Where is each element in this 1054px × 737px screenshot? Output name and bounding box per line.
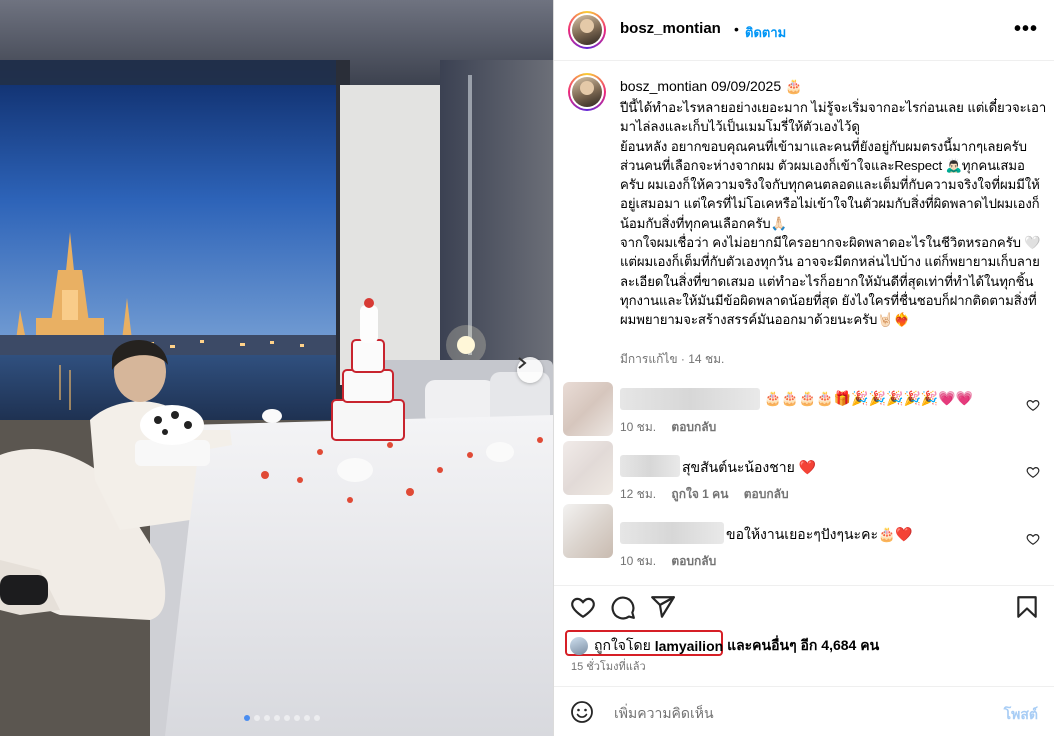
comment-time: 10 ชม. <box>620 420 657 434</box>
carousel-dot <box>244 715 250 721</box>
post-time-ago[interactable]: 15 ชั่วโมงที่แล้ว <box>571 657 646 675</box>
chevron-right-icon <box>518 357 527 369</box>
carousel-dot <box>294 715 300 721</box>
comment-time: 10 ชม. <box>620 554 657 568</box>
post-details-panel: bosz_montian • ติดตาม ••• bosz_montian 0… <box>553 0 1054 736</box>
comment-text: 🎂🎂🎂🎂🎁🎉🎉🎉🎉🎉💗💗 <box>764 390 974 406</box>
carousel-dot <box>264 715 270 721</box>
comment-likes-count[interactable]: ถูกใจ 1 คน <box>671 487 728 501</box>
carousel-next-button[interactable] <box>517 357 543 383</box>
liker-avatar[interactable] <box>570 637 588 655</box>
carousel-indicator <box>244 715 320 721</box>
caption-section: bosz_montian 09/09/2025 🎂 ปีนี้ได้ทำอะไร… <box>554 60 1054 378</box>
comment-time: 12 ชม. <box>620 487 657 501</box>
carousel-dot <box>304 715 310 721</box>
commenter-avatar[interactable] <box>563 382 613 436</box>
commenter-username-blurred[interactable] <box>620 388 760 410</box>
carousel-dot <box>284 715 290 721</box>
comment-item: ขอให้งานเยอะๆปังๆนะคะ🎂❤️ 10 ชม. ตอบกลับ <box>554 504 1054 579</box>
reply-button[interactable]: ตอบกลับ <box>671 420 716 434</box>
post-image[interactable] <box>0 0 553 736</box>
separator-dot: • <box>734 21 739 37</box>
liked-by-row[interactable]: ถูกใจโดย lamyailion และคนอื่นๆ อีก 4,684… <box>570 635 879 657</box>
comment-icon[interactable] <box>610 594 636 620</box>
comment-text: ขอให้งานเยอะๆปังๆนะคะ🎂❤️ <box>726 526 913 542</box>
commenter-username-blurred[interactable] <box>620 522 724 544</box>
carousel-dot <box>314 715 320 721</box>
comment-item: สุขสันต์นะน้องชาย ❤️ 12 ชม. ถูกใจ 1 คน ต… <box>554 441 1054 512</box>
caption-text: ปีนี้ได้ทำอะไรหลายอย่างเยอะมาก ไม่รู้จะเ… <box>620 100 1047 328</box>
heart-icon[interactable] <box>1026 465 1040 479</box>
comment-meta: 10 ชม. ตอบกลับ <box>620 552 728 571</box>
caption-date: 09/09/2025 🎂 <box>711 78 803 94</box>
post-comment-button[interactable]: โพสต์ <box>1004 704 1038 726</box>
carousel-dot <box>254 715 260 721</box>
comment-item: 🎂🎂🎂🎂🎁🎉🎉🎉🎉🎉💗💗 10 ชม. ตอบกลับ <box>554 378 1054 445</box>
heart-icon[interactable] <box>1026 532 1040 546</box>
commenter-username-blurred[interactable] <box>620 455 680 477</box>
reply-button[interactable]: ตอบกลับ <box>744 487 789 501</box>
caption-author-avatar[interactable] <box>568 73 606 111</box>
caption-meta: มีการแก้ไข · 14 ชม. <box>620 352 725 366</box>
emoji-icon[interactable] <box>570 700 594 724</box>
add-comment-bar: โพสต์ <box>554 686 1054 737</box>
comment-input[interactable] <box>612 699 976 727</box>
post-photo-illustration <box>0 0 553 736</box>
share-icon[interactable] <box>650 594 676 620</box>
reply-button[interactable]: ตอบกลับ <box>671 554 716 568</box>
author-username[interactable]: bosz_montian <box>620 20 721 37</box>
follow-button[interactable]: ติดตาม <box>745 22 786 43</box>
post-actions: ถูกใจโดย lamyailion และคนอื่นๆ อีก 4,684… <box>554 585 1054 686</box>
liked-by-suffix[interactable]: และคนอื่นๆ อีก 4,684 คน <box>727 635 879 657</box>
liked-by-prefix: ถูกใจโดย <box>594 637 651 653</box>
carousel-dot <box>274 715 280 721</box>
post-header: bosz_montian • ติดตาม ••• <box>554 0 1054 61</box>
comment-meta: 12 ชม. ถูกใจ 1 คน ตอบกลับ <box>620 485 801 504</box>
comment-meta: 10 ชม. ตอบกลับ <box>620 418 728 437</box>
caption-header: bosz_montian 09/09/2025 🎂 <box>620 78 802 95</box>
commenter-avatar[interactable] <box>563 441 613 495</box>
comment-text: สุขสันต์นะน้องชาย ❤️ <box>682 459 817 475</box>
heart-icon[interactable] <box>1026 398 1040 412</box>
author-avatar[interactable] <box>568 11 606 49</box>
caption-username[interactable]: bosz_montian <box>620 78 707 94</box>
more-horizontal-icon[interactable]: ••• <box>1014 18 1038 41</box>
heart-icon[interactable] <box>570 594 596 620</box>
commenter-avatar[interactable] <box>563 504 613 558</box>
liker-username[interactable]: lamyailion <box>655 638 723 654</box>
bookmark-icon[interactable] <box>1014 594 1040 620</box>
